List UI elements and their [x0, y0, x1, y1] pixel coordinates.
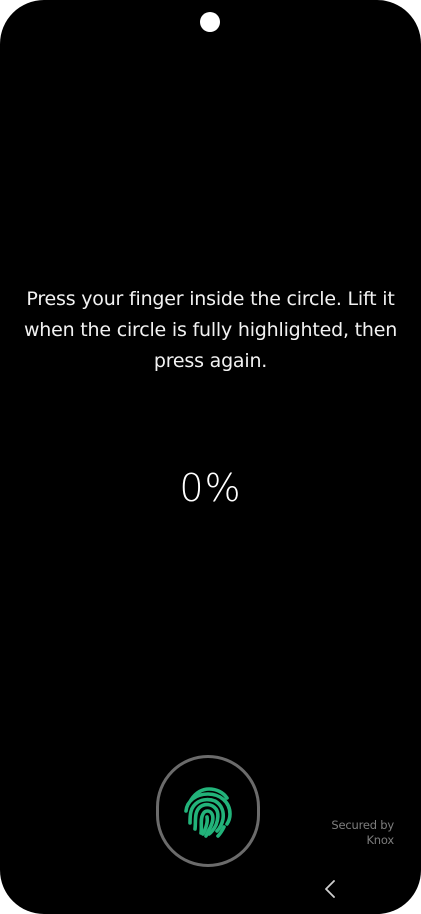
- knox-text: Knox: [366, 833, 394, 847]
- registration-progress: 0%: [179, 466, 242, 510]
- fingerprint-icon: [184, 787, 232, 838]
- front-camera-cutout: [200, 12, 220, 32]
- secured-by-text: Secured by: [331, 818, 394, 832]
- fingerprint-registration-screen: Press your finger inside the circle. Lif…: [0, 0, 421, 914]
- back-button[interactable]: [318, 876, 342, 902]
- secured-by-knox-label: Secured by Knox: [300, 818, 394, 848]
- instruction-text: Press your finger inside the circle. Lif…: [23, 288, 398, 372]
- fingerprint-sensor-area[interactable]: [156, 755, 260, 867]
- chevron-left-icon: [325, 880, 335, 898]
